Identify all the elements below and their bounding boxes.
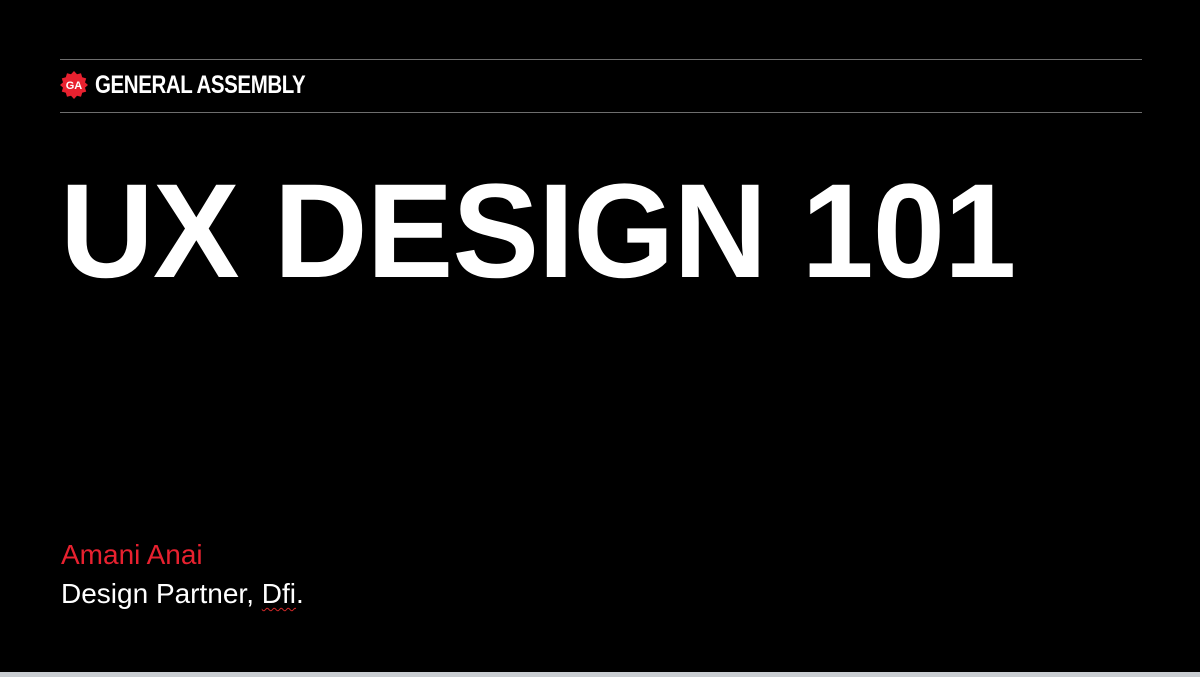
- header-divider-top: [60, 59, 1142, 60]
- logo-text: GA: [66, 80, 83, 92]
- presenter-role[interactable]: Design Partner, Dfi.: [61, 577, 304, 611]
- general-assembly-logo-icon: GA: [60, 71, 88, 99]
- slide-title[interactable]: UX DESIGN 101: [60, 162, 1016, 302]
- presenter-role-prefix: Design Partner,: [61, 578, 262, 609]
- header-divider-bottom: [60, 112, 1142, 113]
- slide-canvas: GA GENERAL ASSEMBLY UX DESIGN 101 Amani …: [0, 0, 1200, 672]
- brand-name: GENERAL ASSEMBLY: [95, 71, 306, 99]
- window-bottom-edge: [0, 672, 1200, 677]
- presenter-name[interactable]: Amani Anai: [61, 538, 203, 572]
- brand-header: GA GENERAL ASSEMBLY: [60, 70, 351, 100]
- presenter-org-misspelled: Dfi: [261, 578, 297, 609]
- presenter-role-suffix: .: [296, 578, 304, 609]
